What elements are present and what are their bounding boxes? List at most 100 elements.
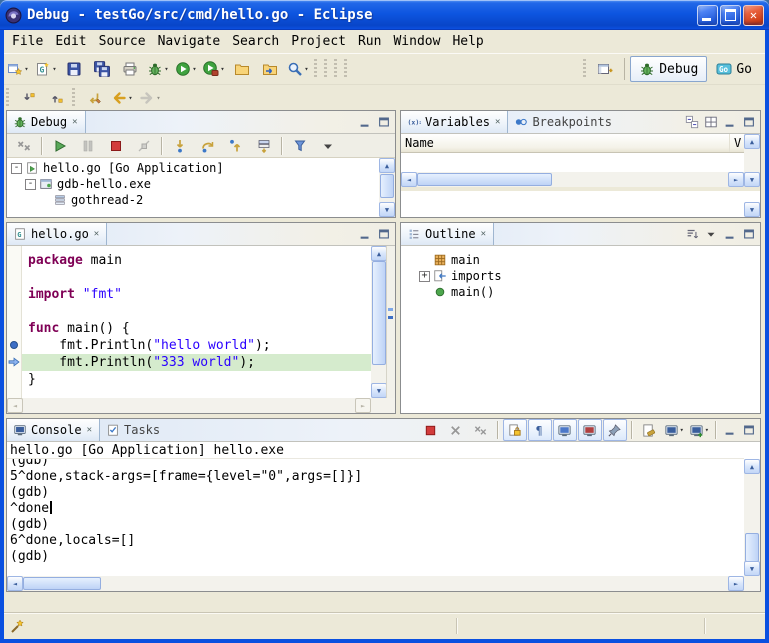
pin-console-icon[interactable]: [603, 419, 627, 441]
maximize-button[interactable]: [720, 5, 741, 26]
remove-launch-icon[interactable]: [444, 419, 468, 441]
display-console-icon[interactable]: ▾: [662, 419, 686, 441]
dropdown-arrow-icon[interactable]: ▾: [220, 65, 224, 73]
collapse-icon[interactable]: -: [11, 163, 22, 174]
search-icon[interactable]: ▾: [284, 56, 312, 82]
maximize-view-icon[interactable]: [740, 114, 758, 130]
minimize-view-icon[interactable]: [356, 226, 374, 242]
step-return-icon[interactable]: [222, 133, 250, 159]
suspend-icon[interactable]: [74, 133, 102, 159]
new-wizard-icon[interactable]: ▾: [4, 56, 32, 82]
run-icon[interactable]: ▾: [172, 56, 200, 82]
dropdown-arrow-icon[interactable]: ▾: [304, 65, 308, 73]
open-console-icon[interactable]: ▾: [687, 419, 711, 441]
scroll-up-button[interactable]: ▲: [379, 158, 395, 173]
toolbar-grip[interactable]: [324, 59, 327, 79]
dropdown-arrow-icon[interactable]: ▾: [164, 65, 168, 73]
layout-icon[interactable]: [702, 114, 720, 130]
tree-item[interactable]: +imports: [415, 268, 760, 284]
maximize-view-icon[interactable]: [375, 114, 393, 130]
code-editor[interactable]: package mainimport "fmt"func main() { fm…: [22, 246, 371, 398]
scrollbar-thumb[interactable]: [417, 173, 552, 186]
debug-tree[interactable]: -hello.go [Go Application]-gdb-hello.exe…: [7, 158, 379, 217]
print-icon[interactable]: [116, 56, 144, 82]
clear-console-icon[interactable]: [637, 419, 661, 441]
step-filters-icon[interactable]: [286, 133, 314, 159]
resume-icon[interactable]: [46, 133, 74, 159]
minimize-view-icon[interactable]: [721, 422, 739, 438]
scroll-right-button[interactable]: ►: [355, 398, 371, 413]
menu-source[interactable]: Source: [93, 31, 152, 52]
tree-item[interactable]: gothread-2: [7, 192, 379, 208]
scroll-lock-icon[interactable]: [503, 419, 527, 441]
scroll-right-button[interactable]: ►: [728, 172, 744, 187]
menu-window[interactable]: Window: [387, 31, 446, 52]
tree-item[interactable]: main(): [415, 284, 760, 300]
close-tab-icon[interactable]: ✕: [71, 117, 78, 127]
column-name[interactable]: Name: [401, 134, 730, 152]
close-tab-icon[interactable]: ✕: [93, 229, 100, 239]
import-icon[interactable]: [256, 56, 284, 82]
debug-icon[interactable]: ▾: [144, 56, 172, 82]
console-output[interactable]: (gdb)5^done,stack-args=[frame={level="0"…: [7, 459, 744, 576]
dropdown-arrow-icon[interactable]: ▾: [24, 65, 28, 73]
show-stderr-icon[interactable]: [578, 419, 602, 441]
dropdown-arrow-icon[interactable]: ▾: [52, 65, 56, 73]
word-wrap-icon[interactable]: ¶: [528, 419, 552, 441]
column-value[interactable]: V: [730, 134, 744, 152]
scroll-up-button[interactable]: ▲: [744, 134, 760, 149]
close-button[interactable]: ✕: [743, 5, 764, 26]
tree-item[interactable]: -gdb-hello.exe: [7, 176, 379, 192]
scroll-left-button[interactable]: ◄: [7, 576, 23, 591]
scrollbar-thumb[interactable]: [745, 533, 759, 562]
menu-edit[interactable]: Edit: [49, 31, 92, 52]
tab-outline[interactable]: Outline✕: [401, 223, 494, 245]
tab-breakpoints[interactable]: Breakpoints: [508, 111, 617, 133]
breakpoint-icon[interactable]: [10, 341, 18, 349]
dropdown-arrow-icon[interactable]: ▾: [192, 65, 196, 73]
variables-detail-pane[interactable]: [401, 191, 744, 217]
scroll-down-button[interactable]: ▼: [744, 172, 760, 187]
menu-navigate[interactable]: Navigate: [152, 31, 227, 52]
tree-item[interactable]: main: [415, 252, 760, 268]
scroll-up-button[interactable]: ▲: [744, 459, 760, 474]
fast-view-icon[interactable]: [9, 617, 27, 635]
collapse-all-icon[interactable]: [683, 114, 701, 130]
scroll-down-button[interactable]: ▼: [744, 202, 760, 217]
scroll-down-button[interactable]: ▼: [371, 383, 387, 398]
menu-run[interactable]: Run: [352, 31, 387, 52]
tab-hello-go[interactable]: Ghello.go✕: [7, 223, 107, 245]
minimize-view-icon[interactable]: [721, 114, 739, 130]
dropdown-arrow-icon[interactable]: ▾: [680, 426, 684, 434]
scrollbar-thumb[interactable]: [380, 174, 394, 198]
view-menu-icon[interactable]: [314, 133, 342, 159]
show-stdout-icon[interactable]: [553, 419, 577, 441]
perspective-debug-button[interactable]: Debug: [630, 56, 707, 82]
maximize-view-icon[interactable]: [740, 226, 758, 242]
menu-project[interactable]: Project: [285, 31, 352, 52]
sort-icon[interactable]: [683, 226, 701, 242]
menu-search[interactable]: Search: [226, 31, 285, 52]
last-edit-location-icon[interactable]: [80, 85, 108, 111]
scroll-down-button[interactable]: ▼: [379, 202, 395, 217]
minimize-view-icon[interactable]: [721, 226, 739, 242]
close-tab-icon[interactable]: ✕: [480, 229, 487, 239]
expand-icon[interactable]: +: [419, 271, 430, 282]
toolbar-grip[interactable]: [344, 59, 347, 79]
minimize-view-icon[interactable]: [356, 114, 374, 130]
toolbar-grip[interactable]: [314, 59, 317, 79]
collapse-icon[interactable]: -: [25, 179, 36, 190]
remove-terminated-icon[interactable]: [10, 133, 38, 159]
step-into-icon[interactable]: [166, 133, 194, 159]
menu-help[interactable]: Help: [446, 31, 489, 52]
toolbar-grip[interactable]: [583, 59, 586, 79]
dropdown-arrow-icon[interactable]: ▾: [128, 94, 132, 102]
maximize-view-icon[interactable]: [740, 422, 758, 438]
external-tools-icon[interactable]: ▾: [200, 56, 228, 82]
forward-icon[interactable]: ▾: [136, 85, 164, 111]
terminate-icon[interactable]: [419, 419, 443, 441]
close-tab-icon[interactable]: ✕: [86, 425, 93, 435]
maximize-view-icon[interactable]: [375, 226, 393, 242]
step-over-icon[interactable]: [194, 133, 222, 159]
next-annotation-icon[interactable]: [14, 85, 42, 111]
